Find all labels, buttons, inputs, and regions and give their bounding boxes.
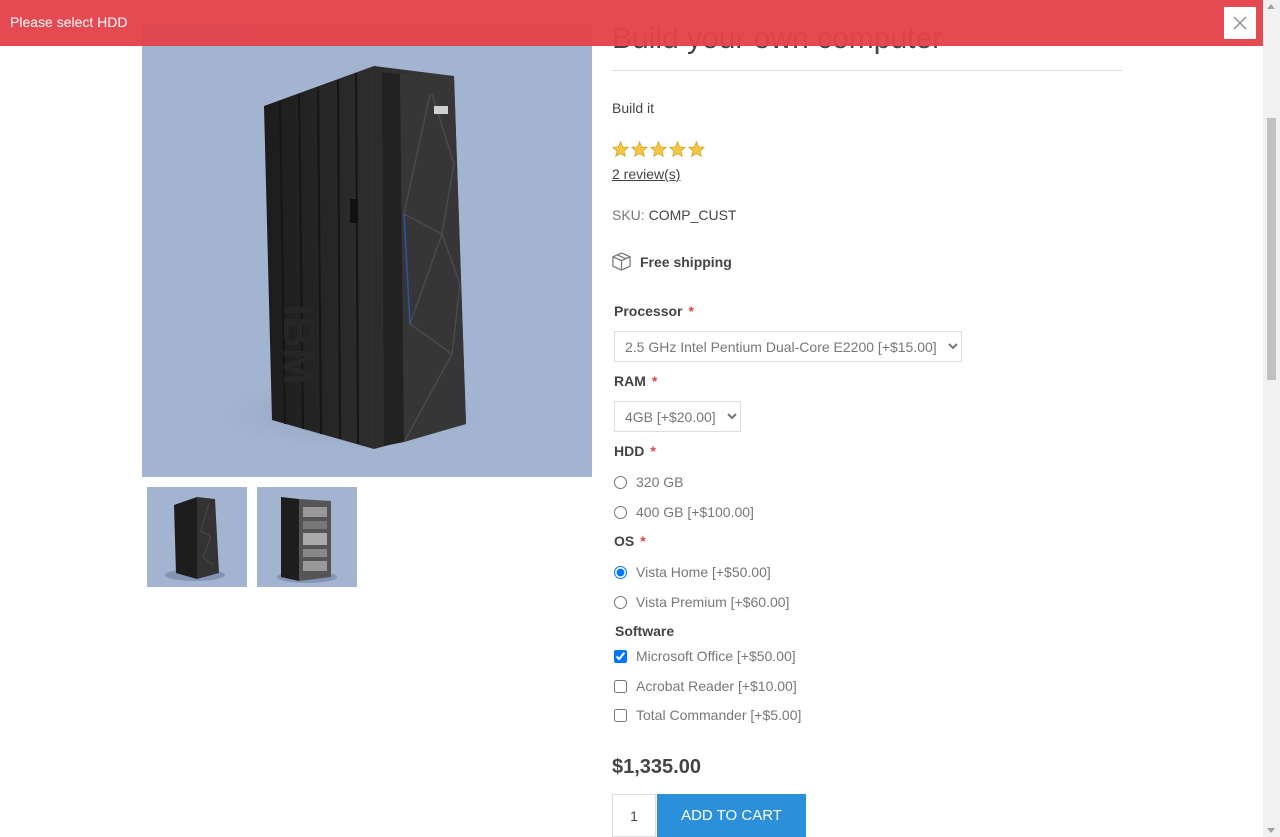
star-icon [669, 141, 686, 157]
hdd-label: HDD * [614, 443, 656, 459]
product-price: $1,335.00 [612, 756, 701, 778]
ram-label-text: RAM [614, 373, 646, 389]
notification-message: Please select HDD [10, 14, 128, 30]
sku-value: COMP_CUST [648, 207, 737, 223]
os-label-text: OS [614, 533, 635, 549]
processor-label-text: Processor [614, 303, 683, 319]
ibm-mainframe-open-thumbnail [277, 497, 337, 583]
os-label: OS * [614, 533, 646, 549]
add-to-cart-button[interactable]: ADD TO CART [657, 794, 806, 837]
product-thumbnail-1[interactable] [147, 487, 247, 587]
software-checkbox-ms-office[interactable] [614, 649, 627, 663]
software-checkbox-acrobat[interactable] [614, 679, 627, 693]
free-shipping-text: Free shipping [640, 253, 732, 270]
required-mark: * [650, 443, 656, 459]
required-mark: * [651, 373, 658, 389]
os-option-vista-premium[interactable]: Vista Premium [+$60.00] [614, 594, 789, 610]
hdd-option-label: 320 GB [636, 474, 684, 490]
product-short-description: Build it [612, 100, 655, 116]
box-icon [612, 252, 631, 271]
os-option-label: Vista Home [+$50.00] [636, 564, 771, 580]
hdd-option-320[interactable]: 320 GB [614, 474, 683, 490]
software-label: Software [615, 623, 674, 639]
os-radio-vista-home[interactable] [614, 565, 627, 579]
software-option-total-commander[interactable]: Total Commander [+$5.00] [614, 707, 801, 723]
os-radio-vista-premium[interactable] [614, 595, 627, 609]
processor-label: Processor * [614, 303, 694, 319]
ram-select[interactable]: 4GB [+$20.00] [614, 401, 741, 432]
software-label-text: Software [615, 623, 675, 639]
product-thumbnail-2[interactable] [257, 487, 357, 587]
sku-label: SKU: [612, 207, 645, 223]
star-icon [650, 141, 667, 157]
os-option-label: Vista Premium [+$60.00] [636, 594, 790, 610]
os-option-vista-home[interactable]: Vista Home [+$50.00] [614, 564, 771, 580]
scrollbar-thumb[interactable] [1267, 118, 1276, 380]
notification-bar: Please select HDD [0, 0, 1263, 46]
scroll-up-arrow-icon[interactable] [1267, 4, 1275, 9]
ibm-mainframe-thumbnail [165, 497, 225, 581]
software-option-label: Acrobat Reader [+$10.00] [636, 678, 797, 694]
required-mark: * [640, 533, 646, 549]
ibm-mainframe-image: IBM [202, 66, 502, 454]
software-option-label: Microsoft Office [+$50.00] [636, 648, 796, 664]
quantity-input[interactable] [612, 794, 656, 837]
software-option-acrobat[interactable]: Acrobat Reader [+$10.00] [614, 678, 797, 694]
product-main-image[interactable]: IBM [142, 24, 592, 477]
software-checkbox-total-commander[interactable] [614, 708, 627, 722]
processor-select[interactable]: 2.5 GHz Intel Pentium Dual-Core E2200 [+… [614, 331, 962, 362]
star-icon [631, 141, 648, 157]
required-mark: * [688, 303, 694, 319]
svg-text:IBM: IBM [274, 304, 323, 385]
hdd-radio-320[interactable] [614, 475, 627, 489]
scroll-down-arrow-icon[interactable] [1267, 828, 1275, 833]
close-icon [1233, 16, 1247, 30]
hdd-option-400[interactable]: 400 GB [+$100.00] [614, 504, 754, 520]
page-scrollbar[interactable] [1263, 0, 1280, 837]
title-divider [612, 70, 1122, 71]
software-option-label: Total Commander [+$5.00] [636, 707, 802, 723]
reviews-link[interactable]: 2 review(s) [612, 166, 680, 182]
rating-stars [612, 141, 705, 157]
star-icon [688, 141, 705, 157]
free-shipping: Free shipping [612, 252, 732, 271]
notification-close-button[interactable] [1224, 7, 1256, 39]
ram-label: RAM * [614, 373, 657, 389]
hdd-label-text: HDD [614, 443, 645, 459]
software-option-ms-office[interactable]: Microsoft Office [+$50.00] [614, 648, 796, 664]
hdd-option-label: 400 GB [+$100.00] [636, 504, 754, 520]
star-icon [612, 141, 629, 157]
sku: SKU: COMP_CUST [612, 207, 736, 223]
hdd-radio-400[interactable] [614, 505, 627, 519]
